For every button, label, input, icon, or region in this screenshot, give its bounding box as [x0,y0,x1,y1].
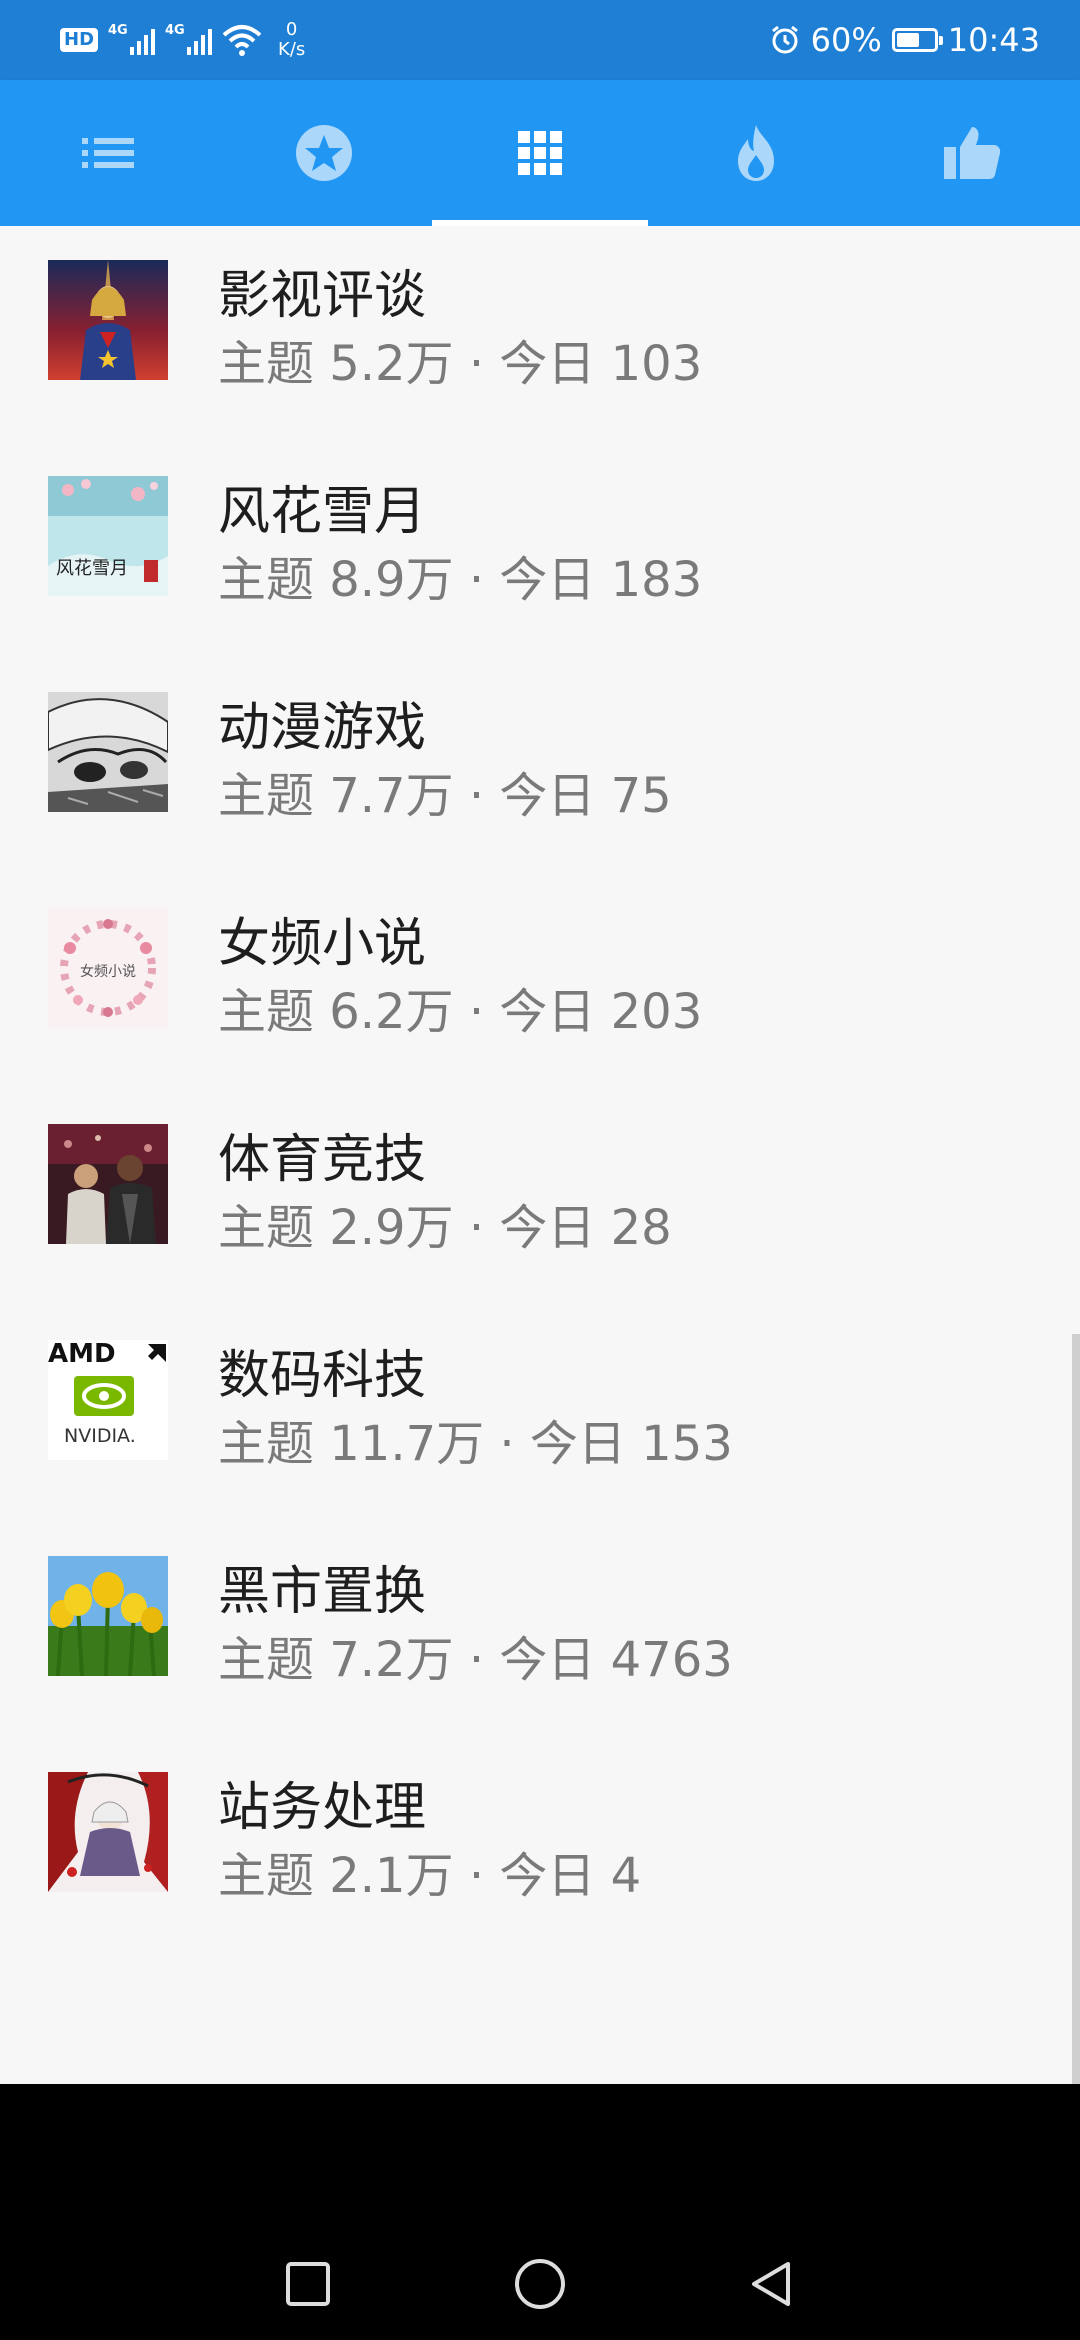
forum-title: 黑市置换 [218,1562,427,1622]
movie-poster-thumbnail [48,260,168,380]
forum-stats: 主题 11.7万 · 今日 153 [218,1416,733,1472]
status-bar: HD 4G 4G 0 K/s 60% 10:43 [0,0,1080,80]
wreath-text: 女频小说 [80,963,136,980]
forum-title: 体育竞技 [218,1130,427,1190]
home-button[interactable] [510,2254,570,2314]
forum-title: 女频小说 [218,914,427,974]
anime-character-thumbnail [48,1772,168,1892]
home-icon [515,2259,565,2309]
forum-item[interactable]: 动漫游戏 主题 7.7万 · 今日 75 [0,658,1080,874]
forum-stats: 主题 5.2万 · 今日 103 [218,336,703,392]
tab-list[interactable] [0,80,216,226]
back-button[interactable] [742,2254,802,2314]
nvidia-logo-text: NVIDIA. [64,1425,136,1447]
forum-title: 站务处理 [218,1778,427,1838]
forum-stats: 主题 6.2万 · 今日 203 [218,984,703,1040]
calligraphy-text: 风花雪月 [56,558,128,579]
forum-title: 数码科技 [218,1346,427,1406]
network-type-label: 4G [108,23,128,38]
amd-nvidia-thumbnail: AMD NVIDIA. [48,1340,168,1460]
network-speed-value: 0 [285,19,298,40]
forum-item[interactable]: 体育竞技 主题 2.9万 · 今日 28 [0,1090,1080,1306]
forum-item[interactable]: 站务处理 主题 2.1万 · 今日 4 [0,1738,1080,1954]
system-nav-bar [0,2084,1080,2340]
grid-icon [518,131,562,175]
forum-item[interactable]: 黑市置换 主题 7.2万 · 今日 4763 [0,1522,1080,1738]
forum-list: 影视评谈 主题 5.2万 · 今日 103 风花雪月 风花雪月 主题 8.9万 … [0,226,1080,2310]
amd-logo-text: AMD [48,1340,116,1369]
tab-recommended[interactable] [864,80,1080,226]
forum-stats: 主题 2.1万 · 今日 4 [218,1848,642,1904]
battery-level-fill [896,33,919,47]
tab-forums[interactable] [432,80,648,226]
alarm-icon [771,25,798,54]
status-right: 60% 10:43 [769,18,1040,62]
battery-percent: 60% [810,21,882,59]
forum-stats: 主题 7.2万 · 今日 4763 [218,1632,733,1688]
forum-stats: 主题 7.7万 · 今日 75 [218,768,672,824]
thumb-up-icon [944,127,1001,179]
recent-apps-button[interactable] [278,2254,338,2314]
fire-icon [738,125,774,181]
battery-icon [891,28,943,52]
forum-item[interactable]: 风花雪月 风花雪月 主题 8.9万 · 今日 183 [0,442,1080,658]
forum-item[interactable]: AMD NVIDIA. 数码科技 主题 11.7万 · 今日 153 [0,1306,1080,1522]
star-icon [296,125,352,181]
forum-title: 动漫游戏 [218,698,427,758]
forum-title: 风花雪月 [218,482,427,542]
wifi-icon [222,25,262,56]
tab-favorites[interactable] [216,80,432,226]
clock: 10:43 [947,21,1040,59]
recent-apps-icon [286,2262,330,2306]
sports-photo-thumbnail [48,1124,168,1244]
forum-item[interactable]: 女频小说 女频小说 主题 6.2万 · 今日 203 [0,874,1080,1090]
top-tab-bar [0,80,1080,226]
cellular-signal-icon-2: 4G [165,23,213,55]
network-speed: 0 K/s [278,20,305,60]
calligraphy-thumbnail: 风花雪月 [48,476,168,596]
back-icon [752,2262,790,2306]
forum-stats: 主题 8.9万 · 今日 183 [218,552,703,608]
tab-hot[interactable] [648,80,864,226]
forum-title: 影视评谈 [218,266,427,326]
network-type-label-2: 4G [165,23,185,38]
network-speed-unit: K/s [278,39,306,60]
forum-stats: 主题 2.9万 · 今日 28 [218,1200,672,1256]
floral-wreath-thumbnail: 女频小说 [48,908,168,1028]
forum-item[interactable]: 影视评谈 主题 5.2万 · 今日 103 [0,226,1080,442]
list-icon [82,138,134,168]
cellular-signal-icon: 4G [108,23,156,55]
hd-voice-badge: HD [60,28,99,52]
manga-thumbnail [48,692,168,812]
tulips-thumbnail [48,1556,168,1676]
status-left: HD 4G 4G 0 K/s [60,18,305,62]
